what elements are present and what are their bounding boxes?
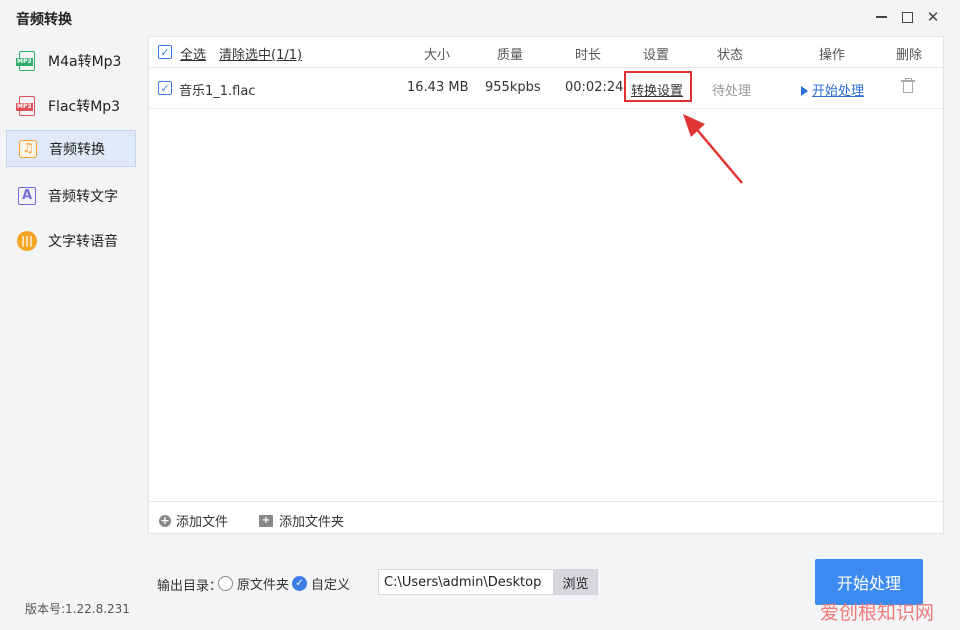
radio-unchecked-icon [218, 576, 233, 591]
file-list-panel: ✓ 全选 清除选中(1/1) 大小 质量 时长 设置 状态 操作 删除 ✓ 音乐… [148, 36, 944, 534]
sidebar-item-label: 音频转文字 [48, 188, 118, 205]
text-to-speech-icon: ||| [16, 230, 38, 252]
watermark: 爱创根知识网 [820, 602, 935, 624]
status-text: 待处理 [712, 84, 752, 99]
sidebar: MP3 M4a转Mp3 MP3 Flac转Mp3 ♫ 音频转换 A 音频转文字 … [0, 36, 146, 630]
play-icon [801, 86, 808, 96]
output-directory-label: 输出目录： [157, 579, 223, 594]
version-label: 版本号:1.22.8.231 [25, 602, 130, 616]
row-checkbox[interactable]: ✓ [158, 81, 172, 95]
add-circle-icon: + [159, 513, 171, 527]
column-header-size: 大小 [424, 48, 451, 63]
radio-original-folder[interactable]: 原文件夹 [218, 574, 289, 593]
add-file-button[interactable]: + 添加文件 [159, 511, 228, 530]
app-title: 音频转换 [16, 12, 72, 28]
audio-to-text-icon: A [16, 185, 38, 207]
start-process-link[interactable]: 开始处理 [801, 80, 864, 99]
convert-settings-link[interactable]: 转换设置 [631, 80, 683, 99]
column-header-status: 状态 [717, 48, 744, 63]
table-row: ✓ 音乐1_1.flac 16.43 MB 955kpbs 00:02:24 转… [149, 68, 943, 109]
sidebar-item-audio-convert[interactable]: ♫ 音频转换 [6, 130, 136, 167]
maximize-button[interactable] [896, 7, 918, 27]
table-header: ✓ 全选 清除选中(1/1) 大小 质量 时长 设置 状态 操作 删除 [149, 37, 943, 68]
column-header-action: 操作 [819, 48, 846, 63]
close-button[interactable]: ✕ [922, 7, 944, 27]
column-header-duration: 时长 [575, 48, 602, 63]
music-note-icon: ♫ [17, 138, 39, 160]
minimize-icon [875, 16, 887, 18]
sidebar-item-label: 音频转换 [49, 141, 105, 158]
file-size: 16.43 MB [407, 80, 469, 95]
column-header-delete: 删除 [896, 48, 923, 63]
file-duration: 00:02:24 [565, 80, 624, 95]
add-folder-button[interactable]: + 添加文件夹 [259, 511, 344, 530]
sidebar-item-label: Flac转Mp3 [48, 98, 121, 115]
radio-custom-folder[interactable]: ✓ 自定义 [292, 574, 350, 593]
file-name: 音乐1_1.flac [179, 84, 256, 99]
flac-file-icon: MP3 [16, 95, 38, 117]
sidebar-item-label: 文字转语音 [48, 233, 118, 250]
sidebar-item-label: M4a转Mp3 [48, 53, 122, 70]
sidebar-item-flac-to-mp3[interactable]: MP3 Flac转Mp3 [6, 87, 136, 124]
select-all-link[interactable]: 全选 [180, 44, 206, 63]
panel-footer: + 添加文件 + 添加文件夹 [149, 501, 943, 534]
minimize-button[interactable] [870, 7, 892, 27]
add-folder-icon: + [259, 514, 273, 527]
delete-icon[interactable] [901, 78, 915, 94]
m4a-file-icon: MP3 [16, 50, 38, 72]
sidebar-item-text-to-speech[interactable]: ||| 文字转语音 [6, 222, 136, 259]
column-header-settings: 设置 [643, 48, 670, 63]
clear-selection-link[interactable]: 清除选中(1/1) [219, 44, 302, 63]
close-icon: ✕ [926, 8, 940, 26]
sidebar-item-audio-to-text[interactable]: A 音频转文字 [6, 177, 136, 214]
column-header-quality: 质量 [497, 48, 524, 63]
browse-button[interactable]: 浏览 [553, 569, 598, 595]
title-bar: 音频转换 ✕ [0, 0, 960, 34]
file-quality: 955kpbs [485, 80, 541, 95]
output-path-input[interactable] [378, 569, 554, 595]
select-all-checkbox[interactable]: ✓ [158, 45, 172, 59]
radio-checked-icon: ✓ [292, 576, 307, 591]
sidebar-item-m4a-to-mp3[interactable]: MP3 M4a转Mp3 [6, 42, 136, 79]
maximize-icon [901, 11, 913, 23]
